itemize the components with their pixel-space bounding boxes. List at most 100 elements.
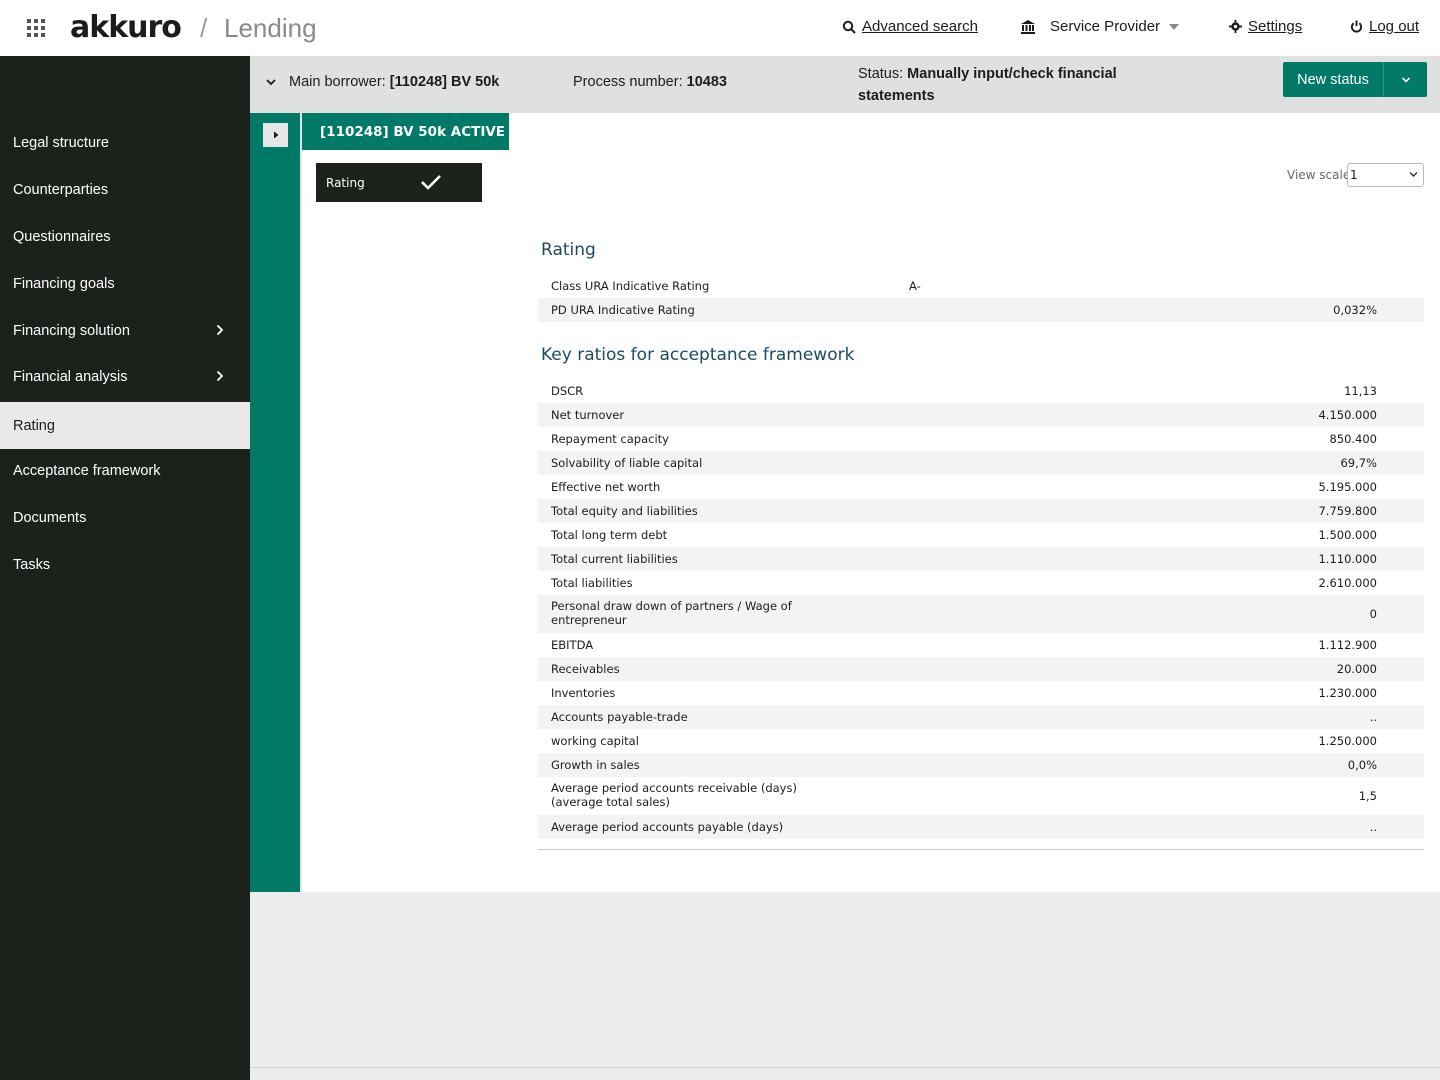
view-scale-select[interactable]: 1 — [1347, 163, 1424, 187]
sidebar-item-label: Financing goals — [13, 275, 115, 292]
rating-chip[interactable]: Rating — [316, 163, 482, 202]
table-row: EBITDA 1.112.900 — [538, 633, 1424, 657]
brand-separator: / — [200, 13, 208, 43]
panel-expand-toggle[interactable] — [263, 123, 288, 147]
sidebar-item-acceptance-framework[interactable]: Acceptance framework — [0, 447, 250, 494]
sidebar-item-questionnaires[interactable]: Questionnaires — [0, 213, 250, 260]
row-value: 1.500.000 — [1318, 528, 1377, 542]
row-value: 5.195.000 — [1318, 480, 1377, 494]
sidebar-item-label: Questionnaires — [13, 228, 111, 245]
table-row: Class URA Indicative Rating A- — [538, 274, 1424, 298]
row-value: 69,7% — [1340, 456, 1377, 470]
row-value: 2.610.000 — [1318, 576, 1377, 590]
sidebar-item-legal-structure[interactable]: Legal structure — [0, 119, 250, 166]
view-scale-label: View scale — [1287, 168, 1351, 182]
sidebar-item-financing-goals[interactable]: Financing goals — [0, 260, 250, 307]
row-value: .. — [1369, 820, 1377, 834]
row-value: 4.150.000 — [1318, 408, 1377, 422]
entity-tab[interactable]: [110248] BV 50k ACTIVE — [302, 113, 509, 150]
apps-grid-icon[interactable] — [27, 19, 45, 37]
table-row: Total current liabilities 1.110.000 — [538, 547, 1424, 571]
key-ratios-table: DSCR 11,13 Net turnover 4.150.000 Repaymen… — [538, 379, 1424, 839]
app-name: Lending — [224, 13, 317, 43]
main-borrower: Main borrower: [110248] BV 50k — [289, 74, 499, 90]
table-row: Personal draw down of partners / Wage of… — [538, 595, 1424, 633]
sidebar-item-financing-solution[interactable]: Financing solution — [0, 307, 250, 354]
sidebar-item-label: Tasks — [13, 556, 51, 573]
row-label: Effective net worth — [551, 480, 661, 494]
sidebar-item-label: Rating — [13, 417, 55, 434]
table-row: Accounts payable-trade.. — [538, 705, 1424, 729]
process-number-value: 10483 — [686, 74, 727, 90]
rating-section-title: Rating — [541, 240, 596, 260]
row-value: 1.230.000 — [1318, 686, 1377, 700]
power-icon — [1350, 20, 1363, 33]
table-row: Total liabilities 2.610.000 — [538, 571, 1424, 595]
row-value: A- — [909, 279, 921, 293]
service-provider-dropdown[interactable]: Service Provider — [1020, 18, 1180, 35]
row-label: Total liabilities — [551, 576, 633, 590]
sidebar-item-counterparties[interactable]: Counterparties — [0, 166, 250, 213]
table-row: Total equity and liabilities 7.759.800 — [538, 499, 1424, 523]
settings-label: Settings — [1248, 18, 1303, 35]
new-status-dropdown-toggle[interactable] — [1384, 62, 1427, 97]
table-divider — [538, 849, 1424, 850]
row-label: Average period accounts payable (days) — [551, 820, 784, 834]
row-value: 11,13 — [1344, 384, 1377, 398]
table-row: PD URA Indicative Rating 0,032% — [538, 298, 1424, 322]
rating-chip-label: Rating — [326, 175, 365, 190]
sidebar-item-tasks[interactable]: Tasks — [0, 541, 250, 588]
chevron-right-icon — [216, 370, 224, 382]
row-value: 1.110.000 — [1318, 552, 1377, 566]
sidebar-item-label: Acceptance framework — [13, 462, 161, 479]
row-label: Total long term debt — [551, 528, 668, 542]
settings-link[interactable]: Settings — [1229, 18, 1302, 35]
table-row: Growth in sales 0,0% — [538, 753, 1424, 777]
main-borrower-value: [110248] BV 50k — [389, 74, 500, 90]
row-value: 1.112.900 — [1318, 638, 1377, 652]
entity-panel-strip — [250, 113, 300, 892]
sidebar-item-label: Financial analysis — [13, 368, 128, 385]
top-header: akkuro / Lending Advanced search Service… — [0, 0, 1440, 56]
service-provider-label: Service Provider — [1050, 18, 1161, 35]
table-row: DSCR 11,13 — [538, 379, 1424, 403]
row-value: 1,5 — [1358, 789, 1377, 803]
bank-icon — [1021, 19, 1035, 34]
row-label: Growth in sales — [551, 758, 640, 772]
new-status-button[interactable]: New status — [1283, 62, 1384, 97]
sidebar-item-documents[interactable]: Documents — [0, 494, 250, 541]
row-label: Total equity and liabilities — [551, 504, 698, 518]
chevron-down-icon — [1401, 76, 1410, 83]
row-value: 1.250.000 — [1318, 734, 1377, 748]
row-value: 0,0% — [1347, 758, 1377, 772]
row-value: 0,032% — [1333, 303, 1377, 317]
main-borrower-label: Main borrower: — [289, 74, 386, 90]
advanced-search-label: Advanced search — [862, 18, 978, 35]
brand-logo[interactable]: akkuro — [70, 10, 182, 45]
sidebar-item-financial-analysis[interactable]: Financial analysis — [0, 353, 250, 400]
table-row: Average period accounts payable (days).. — [538, 815, 1424, 839]
row-value: .. — [1369, 710, 1377, 724]
table-row: Net turnover 4.150.000 — [538, 403, 1424, 427]
table-row: Receivables 20.000 — [538, 657, 1424, 681]
process-status: Status: Manually input/check financial s… — [858, 63, 1118, 107]
row-label: Solvability of liable capital — [551, 456, 703, 470]
row-value: 0 — [1369, 607, 1377, 621]
sidebar-item-rating[interactable]: Rating — [0, 402, 250, 449]
footer-divider — [250, 1067, 1440, 1068]
sidebar-item-label: Counterparties — [13, 181, 109, 198]
advanced-search-link[interactable]: Advanced search — [842, 18, 978, 35]
view-scale-value: 1 — [1350, 168, 1358, 182]
chevron-down-icon[interactable] — [265, 77, 277, 87]
table-row: Total long term debt 1.500.000 — [538, 523, 1424, 547]
row-label: Total current liabilities — [551, 552, 678, 566]
gear-icon — [1229, 20, 1242, 33]
table-row: working capital 1.250.000 — [538, 729, 1424, 753]
logout-link[interactable]: Log out — [1350, 18, 1419, 35]
row-value: 850.400 — [1329, 432, 1377, 446]
row-label: Receivables — [551, 662, 620, 676]
sidebar-item-label: Financing solution — [13, 322, 130, 339]
sidebar-item-label: Documents — [13, 509, 87, 526]
row-label: Repayment capacity — [551, 432, 669, 446]
row-label: working capital — [551, 734, 639, 748]
